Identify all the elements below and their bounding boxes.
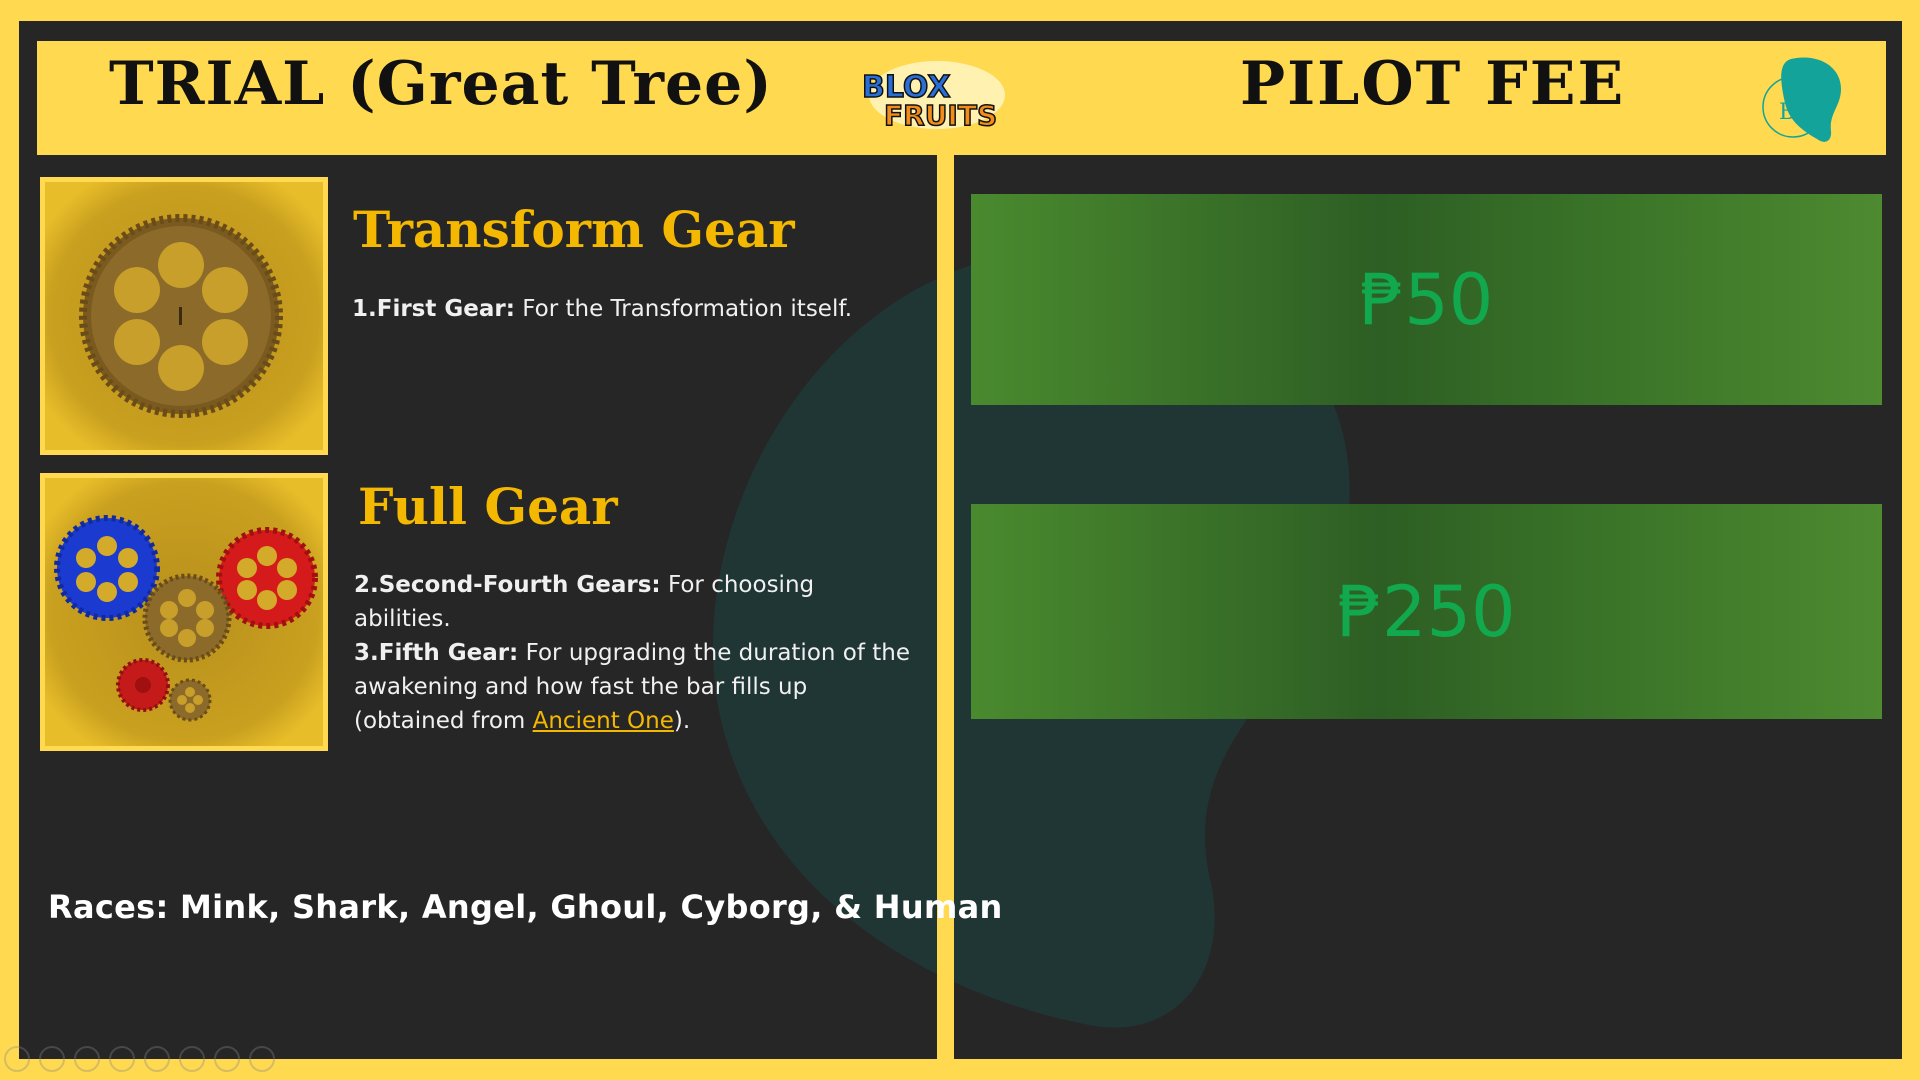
logo-line2: FRUITS: [884, 99, 997, 132]
full-gear-icon: [45, 478, 323, 746]
zoom-icon[interactable]: [144, 1046, 170, 1072]
fifth-gear-label: 3.Fifth Gear:: [354, 640, 519, 666]
pen-icon[interactable]: [74, 1046, 100, 1072]
presentation-controls: [4, 1046, 275, 1072]
first-gear-description: 1.First Gear: For the Transformation its…: [352, 292, 912, 326]
next-slide-icon[interactable]: [39, 1046, 65, 1072]
subtitles-icon[interactable]: [179, 1046, 205, 1072]
blox-fruits-logo-icon: BLOX FRUITS: [861, 61, 1005, 133]
fifth-gear-description: 3.Fifth Gear: For upgrading the duration…: [354, 636, 914, 738]
fee-transform-value: ₱50: [1359, 258, 1494, 341]
prev-slide-icon[interactable]: [4, 1046, 30, 1072]
slides-grid-icon[interactable]: [109, 1046, 135, 1072]
header-bar: TRIAL (Great Tree) BLOX FRUITS PILOT FEE…: [37, 41, 1886, 155]
pilot-fee-title: PILOT FEE: [1240, 49, 1626, 119]
fee-box-full: ₱250: [971, 504, 1882, 719]
first-gear-text: For the Transformation itself.: [514, 296, 853, 322]
bc-logo-text: BC: [1779, 100, 1812, 125]
transform-gear-title: Transform Gear: [353, 200, 795, 259]
second-fourth-gears-description: 2.Second-Fourth Gears: For choosing abil…: [354, 568, 914, 636]
transform-gear-image: [40, 177, 328, 455]
transform-gear-icon: [45, 182, 323, 450]
races-list: Races: Mink, Shark, Angel, Ghoul, Cyborg…: [48, 888, 1003, 926]
more-options-icon[interactable]: [249, 1046, 275, 1072]
ancient-one-link[interactable]: Ancient One: [533, 708, 674, 734]
first-gear-label: 1.First Gear:: [352, 296, 515, 322]
camera-icon[interactable]: [214, 1046, 240, 1072]
fifth-gear-text-end: ).: [673, 708, 691, 734]
second-fourth-gears-label: 2.Second-Fourth Gears:: [354, 572, 661, 598]
fee-full-value: ₱250: [1337, 570, 1516, 653]
full-gear-title: Full Gear: [358, 477, 618, 536]
trial-title: TRIAL (Great Tree): [109, 49, 773, 119]
fee-box-transform: ₱50: [971, 194, 1882, 405]
full-gear-image: [40, 473, 328, 751]
bc-logo-icon: BC: [1762, 57, 1841, 142]
